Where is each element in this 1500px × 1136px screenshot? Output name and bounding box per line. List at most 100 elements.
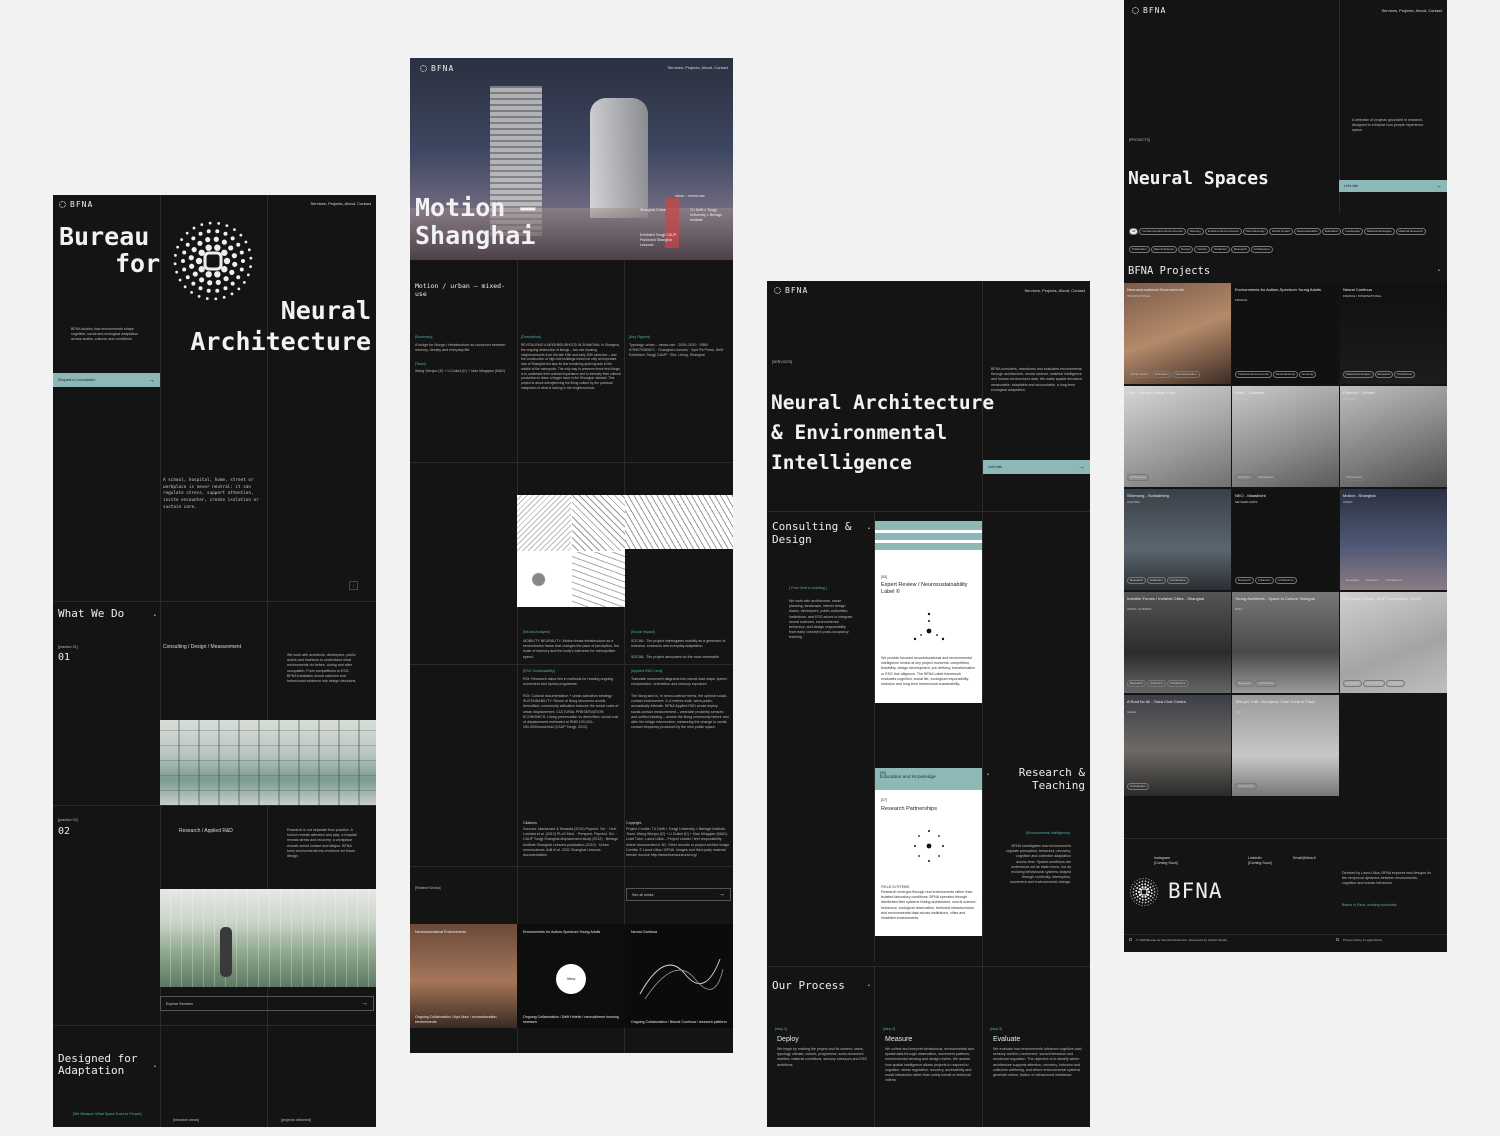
tag-chip[interactable]: Education [1152,371,1172,378]
tag-chip[interactable]: Urbanism [1146,680,1166,687]
email-link[interactable]: Email@bfna.fr [1293,856,1316,861]
filter-chip[interactable]: Design [1178,246,1194,253]
explore-services-button[interactable]: Explore Services → [160,996,374,1011]
tag-chip[interactable]: Architecture [1254,474,1277,481]
tag-chip[interactable]: Research [1235,680,1254,687]
project-card[interactable]: Young Architects - Space to Culture, Bol… [1232,592,1339,693]
project-card[interactable]: Noi Siamo Roma - AWP Competition, Rome IT… [1340,592,1447,693]
filter-chip[interactable]: Contemporative Environments [1139,228,1186,235]
tag-chip[interactable]: Research [1374,371,1394,378]
project-card[interactable]: A Roof for All - Talca Civic Centre CHILE… [1124,695,1231,796]
tag-chip[interactable]: Urbanism [1254,577,1274,584]
consulting-tagline: [ From brief to building ] [789,586,827,590]
tag-chip[interactable]: Architecture [1343,474,1366,481]
filter-chip[interactable]: Publication [1129,246,1150,253]
project-card[interactable]: Neural Continua FRANCE / INTERNATIONAL Mat… [1340,283,1447,384]
project-card[interactable]: Strömung - Schladming AUSTRIA Research Urba… [1124,489,1231,590]
tag-chip[interactable]: Neurodiversity [1272,371,1299,378]
project-card[interactable]: Flow - Vienna Culture Zone AUSTRIA Archite… [1124,386,1231,487]
site-logo[interactable]: BFNA [774,286,808,295]
filter-chip[interactable]: Material Ecologies [1364,228,1395,235]
view-badge[interactable]: View [556,964,586,994]
related-work-1[interactable]: Neuroeducational Environments Ongoing Co… [410,924,517,1028]
burst-dot [215,288,220,293]
tag-chip[interactable]: Architecture [1127,474,1150,481]
tag-chip[interactable]: Architecture [1127,783,1150,790]
filter-chip[interactable]: Neural Science [1150,246,1178,253]
lets-talk-button[interactable]: Let's talk → [1339,180,1447,192]
site-logo[interactable]: BFNA [420,64,454,73]
filter-chip[interactable]: Neurodiversity [1242,228,1268,235]
project-card[interactable]: Invisible Forces / Invisible Cities - Sh… [1124,592,1231,693]
tag-chip[interactable]: Urbanism [1235,474,1254,481]
tag-chip[interactable]: Research [1343,680,1362,687]
filter-chip[interactable]: Culture [1194,246,1211,253]
tag-chip[interactable]: Social Impact [1127,371,1152,378]
tag-chip[interactable]: Architecture [1274,577,1297,584]
main-nav[interactable]: Services, Projects, About, Contact [1025,288,1085,293]
filter-chip[interactable]: Research [1230,246,1250,253]
tag-chip[interactable]: Inclusive Environments [1235,371,1272,378]
tag-chip[interactable]: Urbanism [1146,577,1166,584]
checkbox-icon [1336,938,1339,941]
tag-chip[interactable]: Architecture [1166,680,1189,687]
tag-chip[interactable]: Research [1127,577,1146,584]
tag-chip[interactable]: Architecture [1235,783,1258,790]
consultation-button[interactable]: Request a Consultation → [53,373,160,387]
tag-chip[interactable]: Architecture [1382,577,1405,584]
filter-chip[interactable]: Inclusive Environments [1204,228,1242,235]
related-works-label: [Related Works] [415,886,441,890]
project-card[interactable]: Diffusion - Vienna AUSTRIA Architecture [1340,386,1447,487]
related-work-2[interactable]: Environments for Autism-Spectrum Young A… [517,924,625,1028]
hero-intro: BFNA studies how environments shape cogn… [71,327,139,342]
project-card[interactable]: NEO - Maastricht NETHERLANDS Research Urban… [1232,489,1339,590]
tag-chip[interactable]: Neuroeducation [1172,371,1200,378]
project-card[interactable]: Mesh - Carinthia AUSTRIA Urbanism Architect… [1232,386,1339,487]
filter-chip[interactable]: Material Research [1395,228,1426,235]
tag-chip[interactable]: Research [1343,577,1362,584]
tag-chip[interactable]: Architecture [1254,680,1277,687]
burst-dot [1144,886,1147,889]
project-card[interactable]: Environments for Autism-Spectrum Young A… [1232,283,1339,384]
tag-chip[interactable]: Research [1127,680,1146,687]
summary-text: A bridge for Mongo / infrastructure as c… [415,343,506,353]
tag-chip[interactable]: Publication [1394,371,1416,378]
site-logo[interactable]: BFNA [59,200,93,209]
lets-talk-button[interactable]: Let's talk → [983,460,1090,474]
filter-chip[interactable]: Urbanism [1211,246,1230,253]
main-nav[interactable]: Services, Projects, About, Contact [311,201,371,206]
tag-chip[interactable]: Housing [1299,371,1317,378]
project-card[interactable]: Tetti per Tutti - European / San Donà di… [1232,695,1339,796]
instagram-link[interactable]: Instagram [Coming Soon] [1154,856,1178,866]
research-partnerships-card[interactable]: [06] Education and Knowledge [07] Researc… [875,768,982,936]
privacy-link[interactable]: Privacy Policy & Legal Notice [1343,938,1382,942]
filter-chip[interactable]: Social Impact [1268,228,1293,235]
burst-dot [221,239,227,245]
tag-chip[interactable]: Urbanism [1362,577,1382,584]
filter-chip[interactable]: Architecture [1250,246,1273,253]
expert-review-card[interactable]: [05] Expert Review / Neurosustainability… [875,521,982,703]
filter-chip[interactable]: Landscape [1342,228,1363,235]
tag-chip[interactable]: Research [1235,577,1254,584]
scroll-top-button[interactable]: ↑ [349,581,358,590]
linkedin-link[interactable]: LinkedIn [Coming Soon] [1248,856,1272,866]
burst-dot [1149,895,1152,897]
related-work-3[interactable]: Neural Continua Ongoing Collaboration / … [625,924,733,1028]
see-all-works-button[interactable]: See all works → [626,888,731,901]
tag-chip[interactable]: Material Ecologies [1343,371,1374,378]
tag-chip[interactable]: Architecture [1362,680,1385,687]
tag-chip[interactable]: Urbanism [1385,680,1405,687]
main-nav[interactable]: Services, Projects, About, Contact [668,65,728,70]
filter-chip[interactable]: All [1129,228,1139,235]
main-nav[interactable]: Services, Projects, About, Contact [1382,8,1442,13]
hero-exhibition: Exhibited Tongji CAUP, Published Shangha… [640,233,677,248]
filter-chip[interactable]: Neuroeducation [1293,228,1321,235]
burst-dot [197,240,203,246]
burst-dot [190,290,193,294]
site-logo[interactable]: BFNA [1132,6,1166,15]
tag-chip[interactable]: Architecture [1166,577,1189,584]
project-card[interactable]: Motion - Shanghai CHINA Research Urbanism Ar… [1340,489,1447,590]
filter-chip[interactable]: Education [1321,228,1342,235]
project-card[interactable]: Neuroeducational Environments INTERNATION… [1124,283,1231,384]
filter-chip[interactable]: Housing [1186,228,1204,235]
